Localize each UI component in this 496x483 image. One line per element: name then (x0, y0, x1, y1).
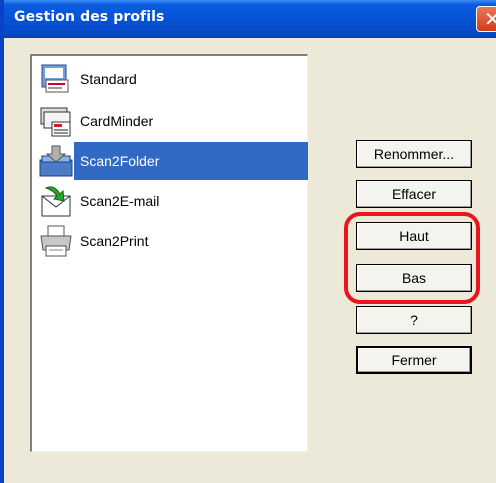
annotation-highlight (344, 212, 480, 304)
profile-item-standard[interactable]: Standard (32, 60, 294, 98)
scan2print-icon (40, 225, 72, 257)
help-button[interactable]: ? (356, 306, 472, 334)
close-button[interactable]: Fermer (356, 346, 472, 374)
profile-label: CardMinder (80, 113, 154, 129)
window-close-button[interactable]: ✕ (476, 6, 496, 32)
profile-label: Scan2Folder (80, 153, 160, 169)
profile-item-scan2folder[interactable]: Scan2Folder (32, 142, 308, 180)
window-title: Gestion des profils (14, 9, 165, 25)
profile-label: Scan2E-mail (80, 193, 160, 209)
profile-item-scan2print[interactable]: Scan2Print (32, 222, 294, 260)
delete-button[interactable]: Effacer (356, 180, 472, 208)
rename-button[interactable]: Renommer... (356, 140, 472, 168)
cardminder-icon (40, 107, 71, 137)
standard-profile-icon (41, 64, 69, 93)
profile-label: Scan2Print (80, 233, 149, 249)
close-icon: ✕ (484, 7, 496, 31)
profile-manager-window: Gestion des profils ✕ Standard (0, 0, 496, 483)
profile-list[interactable]: Standard CardMinder Scan2Folder Scan2E-m… (30, 54, 308, 452)
scan2email-icon (41, 186, 71, 217)
profile-item-cardminder[interactable]: CardMinder (32, 102, 294, 140)
scan2folder-icon (39, 145, 73, 177)
selection-highlight: Scan2Folder (74, 142, 308, 180)
title-bar[interactable]: Gestion des profils ✕ (4, 0, 496, 38)
profile-item-scan2email[interactable]: Scan2E-mail (32, 182, 294, 220)
profile-label: Standard (80, 71, 137, 87)
